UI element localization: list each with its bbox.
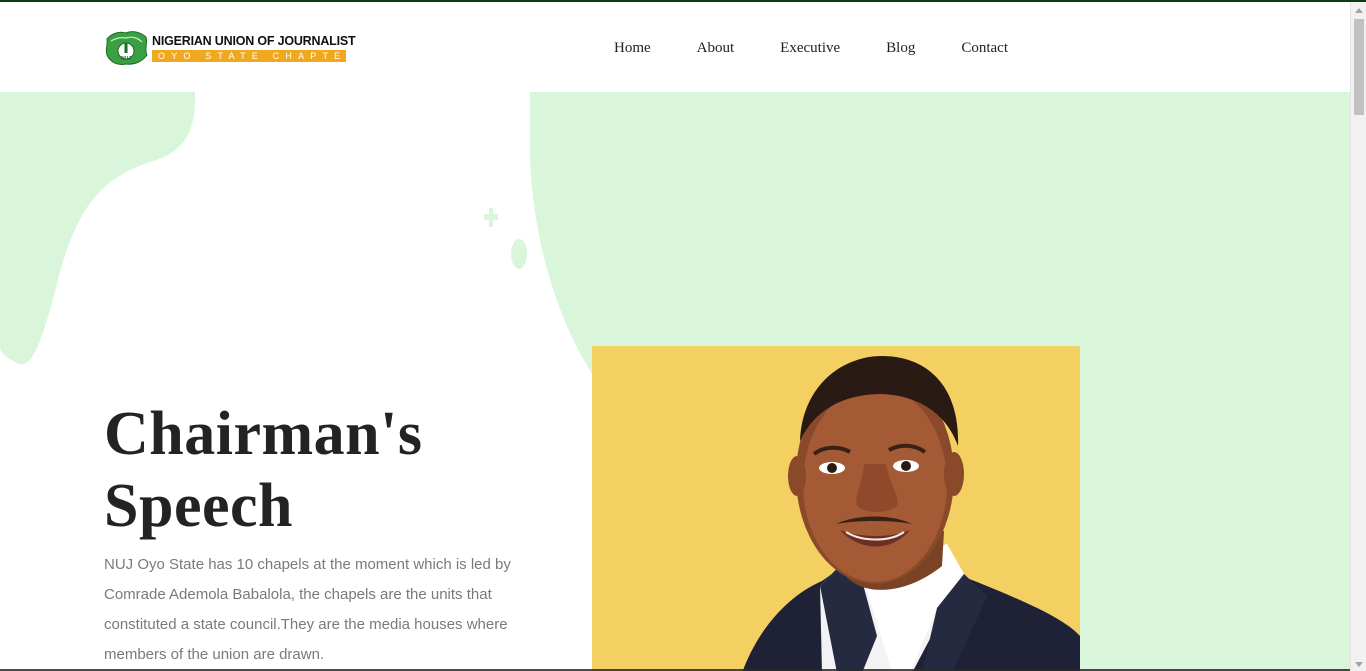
- chairman-photo-illustration: [592, 346, 1080, 671]
- chairman-portrait: [592, 346, 1080, 671]
- nuj-emblem-icon: NUJ: [105, 31, 148, 65]
- main-nav: Home About Executive Blog Contact: [614, 39, 1054, 57]
- hero-title-line2: Speech: [104, 472, 293, 540]
- emblem-badge-text: NUJ: [121, 56, 131, 62]
- nav-contact[interactable]: Contact: [961, 39, 1008, 57]
- site-logo[interactable]: NUJ NIGERIAN UNION OF JOURNALIST OYO STA…: [104, 28, 356, 68]
- nav-home[interactable]: Home: [614, 39, 651, 57]
- logo-subtitle: OYO STATE CHAPTER: [152, 50, 353, 62]
- nav-about[interactable]: About: [697, 39, 735, 57]
- plus-shape: [484, 208, 498, 227]
- hero-body: NUJ Oyo State has 10 chapels at the mome…: [104, 556, 511, 663]
- drop-shape: [511, 239, 527, 269]
- scrollbar-thumb[interactable]: [1354, 19, 1364, 115]
- page-scrollbar[interactable]: [1350, 2, 1366, 671]
- logo-title: NIGERIAN UNION OF JOURNALIST: [152, 34, 356, 48]
- page: NUJ NIGERIAN UNION OF JOURNALIST OYO STA…: [0, 2, 1350, 671]
- nav-blog[interactable]: Blog: [886, 39, 915, 57]
- nav-executive[interactable]: Executive: [780, 39, 840, 57]
- hero-title-line1: Chairman's: [104, 400, 423, 468]
- hero-title: Chairman's Speech: [104, 398, 544, 542]
- site-header: NUJ NIGERIAN UNION OF JOURNALIST OYO STA…: [0, 2, 1350, 92]
- left-blob: [0, 92, 196, 365]
- scroll-down-icon[interactable]: [1355, 662, 1363, 667]
- scroll-up-icon[interactable]: [1355, 8, 1363, 13]
